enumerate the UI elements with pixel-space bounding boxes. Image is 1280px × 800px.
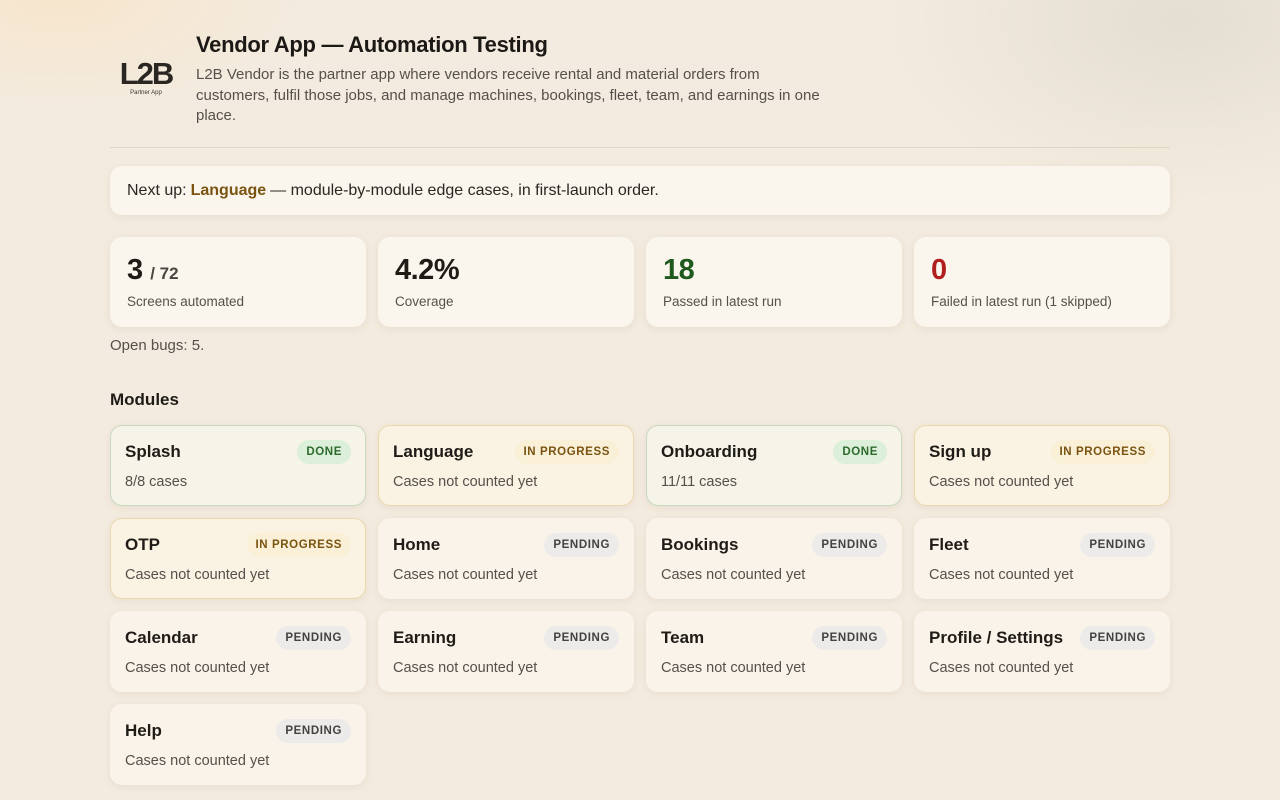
- module-card-bookings[interactable]: Bookings PENDING Cases not counted yet: [646, 518, 902, 599]
- module-cases: Cases not counted yet: [125, 660, 270, 676]
- next-up-prefix: Next up:: [127, 181, 187, 199]
- module-cases: Cases not counted yet: [125, 753, 270, 769]
- module-name: Earning: [393, 628, 457, 647]
- stat-passed-value: 18: [663, 254, 695, 286]
- module-card-onboarding[interactable]: Onboarding DONE 11/11 cases: [646, 425, 902, 506]
- stat-screens-automated: 3 / 72 Screens automated: [110, 237, 366, 327]
- module-name: Onboarding: [661, 442, 758, 461]
- status-badge: PENDING: [812, 533, 887, 557]
- status-badge: IN PROGRESS: [246, 533, 351, 557]
- open-bugs-text: Open bugs: 5.: [110, 337, 205, 354]
- module-name: Team: [661, 628, 705, 647]
- module-card-sign-up[interactable]: Sign up IN PROGRESS Cases not counted ye…: [914, 425, 1170, 506]
- status-badge: PENDING: [276, 626, 351, 650]
- module-card-help[interactable]: Help PENDING Cases not counted yet: [110, 704, 366, 785]
- module-name: Fleet: [929, 535, 969, 554]
- status-badge: PENDING: [1080, 533, 1155, 557]
- status-badge: DONE: [833, 440, 887, 464]
- module-card-otp[interactable]: OTP IN PROGRESS Cases not counted yet: [110, 518, 366, 599]
- module-cases: 8/8 cases: [125, 474, 188, 490]
- next-up-banner: Next up: Language — module-by-module edg…: [110, 166, 1170, 215]
- module-name: Bookings: [661, 535, 739, 554]
- stat-screens-value-wrap: 3 / 72: [127, 254, 349, 290]
- module-name: Profile / Settings: [929, 628, 1064, 647]
- stat-screens-label: Screens automated: [127, 294, 245, 309]
- module-card-splash[interactable]: Splash DONE 8/8 cases: [110, 425, 366, 506]
- module-card-team[interactable]: Team PENDING Cases not counted yet: [646, 611, 902, 692]
- stat-coverage-value: 4.2%: [395, 254, 460, 286]
- stat-passed: 18 Passed in latest run: [646, 237, 902, 327]
- stat-screens-value: 3: [127, 254, 143, 286]
- module-cases: Cases not counted yet: [393, 474, 538, 490]
- status-badge: DONE: [297, 440, 351, 464]
- module-name: Sign up: [929, 442, 992, 461]
- module-card-fleet[interactable]: Fleet PENDING Cases not counted yet: [914, 518, 1170, 599]
- page-description: L2B Vendor is the partner app where vend…: [196, 66, 820, 124]
- module-card-calendar[interactable]: Calendar PENDING Cases not counted yet: [110, 611, 366, 692]
- next-up-module-link[interactable]: Language: [191, 182, 267, 200]
- module-cases: 11/11 cases: [661, 474, 738, 490]
- module-card-home[interactable]: Home PENDING Cases not counted yet: [378, 518, 634, 599]
- status-badge: PENDING: [1080, 626, 1155, 650]
- module-name: Home: [393, 535, 441, 554]
- stat-failed-label: Failed in latest run (1 skipped): [931, 294, 1112, 309]
- status-badge: IN PROGRESS: [1050, 440, 1155, 464]
- module-name: OTP: [125, 535, 160, 554]
- module-name: Help: [125, 721, 162, 740]
- stat-coverage: 4.2% Coverage: [378, 237, 634, 327]
- module-name: Language: [393, 442, 474, 461]
- module-cases: Cases not counted yet: [929, 567, 1074, 583]
- status-badge: IN PROGRESS: [514, 440, 619, 464]
- stat-coverage-label: Coverage: [395, 294, 454, 309]
- module-name: Splash: [125, 442, 181, 461]
- dashboard: L2B Partner App Vendor App — Automation …: [110, 0, 1170, 785]
- module-card-language[interactable]: Language IN PROGRESS Cases not counted y…: [378, 425, 634, 506]
- module-card-earning[interactable]: Earning PENDING Cases not counted yet: [378, 611, 634, 692]
- module-cases: Cases not counted yet: [929, 660, 1074, 676]
- status-badge: PENDING: [812, 626, 887, 650]
- stat-passed-label: Passed in latest run: [663, 294, 782, 309]
- l2b-logo: L2B Partner App: [116, 58, 176, 100]
- modules-grid: Splash DONE 8/8 cases Language IN PROGRE…: [110, 425, 1170, 785]
- stat-failed-value: 0: [931, 254, 947, 286]
- next-up-suffix: — module-by-module edge cases, in first-…: [270, 181, 659, 199]
- module-cases: Cases not counted yet: [661, 660, 806, 676]
- page-header: L2B Partner App Vendor App — Automation …: [110, 0, 1170, 148]
- module-card-profile-settings[interactable]: Profile / Settings PENDING Cases not cou…: [914, 611, 1170, 692]
- status-badge: PENDING: [544, 626, 619, 650]
- module-cases: Cases not counted yet: [125, 567, 270, 583]
- logo-mark: L2B: [119, 56, 175, 91]
- module-cases: Cases not counted yet: [393, 660, 538, 676]
- status-badge: PENDING: [544, 533, 619, 557]
- page-title: Vendor App — Automation Testing: [196, 32, 548, 57]
- module-cases: Cases not counted yet: [661, 567, 806, 583]
- stat-screens-total: / 72: [150, 264, 179, 283]
- stats-row: 3 / 72 Screens automated 4.2% Coverage 1…: [110, 237, 1170, 327]
- status-badge: PENDING: [276, 719, 351, 743]
- module-name: Calendar: [125, 628, 198, 647]
- module-cases: Cases not counted yet: [929, 474, 1074, 490]
- stat-failed: 0 Failed in latest run (1 skipped): [914, 237, 1170, 327]
- modules-heading: Modules: [110, 390, 179, 409]
- module-cases: Cases not counted yet: [393, 567, 538, 583]
